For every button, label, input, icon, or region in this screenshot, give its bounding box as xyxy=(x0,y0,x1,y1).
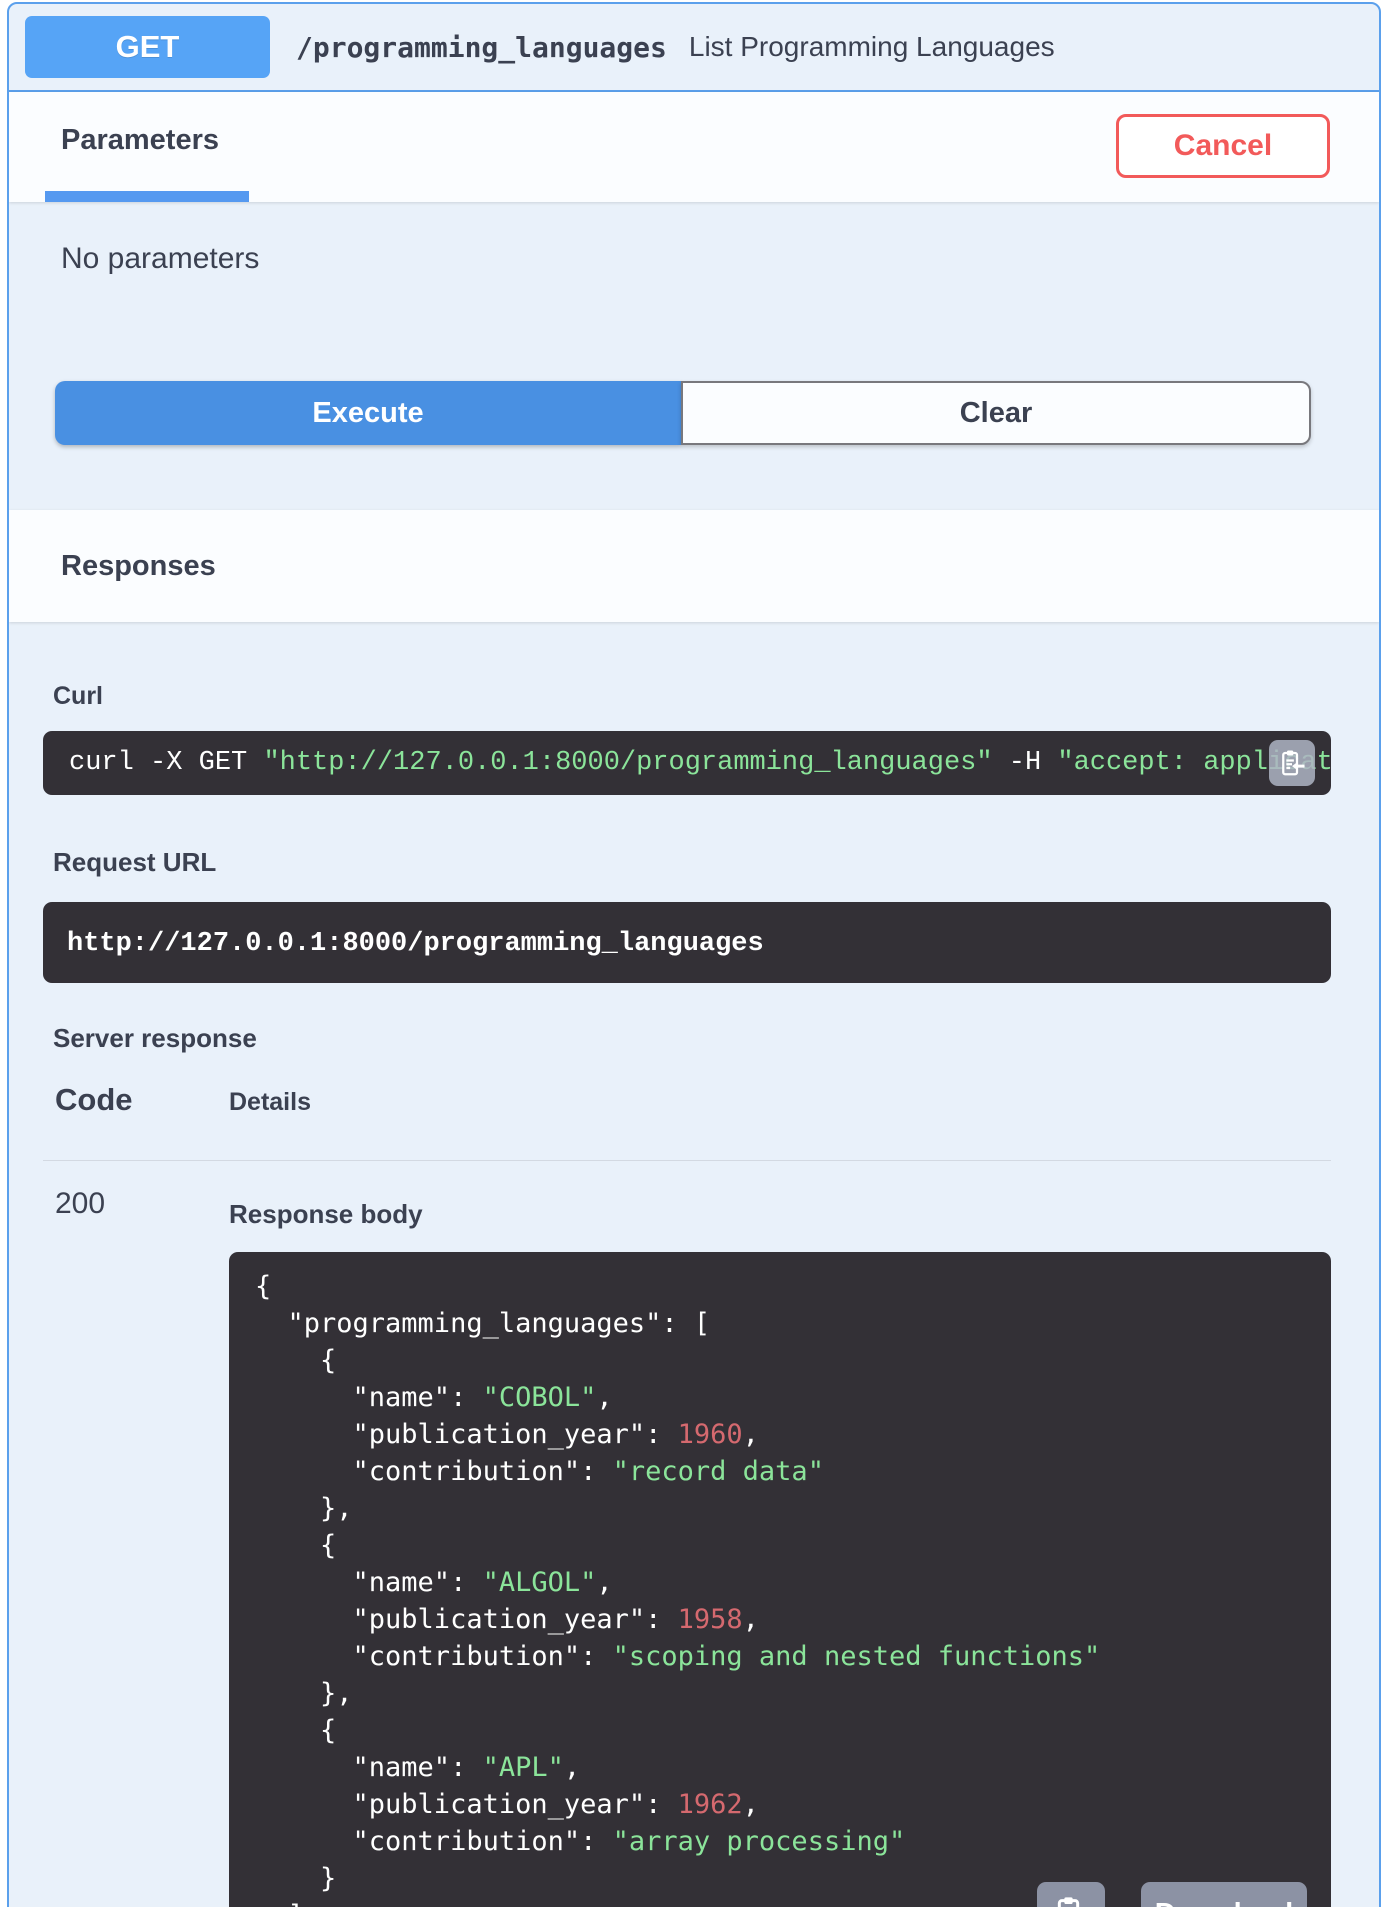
execute-button-group: Execute Clear xyxy=(55,381,1311,445)
response-json-line: "name": "COBOL", xyxy=(255,1382,613,1413)
curl-command-block: curl -X GET "http://127.0.0.1:8000/progr… xyxy=(43,731,1331,795)
response-json-line: "name": "APL", xyxy=(255,1752,581,1783)
response-json-line: { xyxy=(255,1345,337,1376)
parameters-body: No parameters Execute Clear xyxy=(9,202,1379,510)
copy-response-button[interactable] xyxy=(1037,1882,1105,1907)
clipboard-copy-icon xyxy=(1057,1897,1080,1907)
response-json-line: }, xyxy=(255,1678,353,1709)
operation-block: GET /programming_languages List Programm… xyxy=(7,2,1381,1907)
operation-path: /programming_languages xyxy=(296,30,667,64)
cancel-button[interactable]: Cancel xyxy=(1116,114,1330,178)
response-json-line: { xyxy=(255,1715,337,1746)
operation-summary[interactable]: GET /programming_languages List Programm… xyxy=(9,4,1379,92)
server-response-title: Server response xyxy=(53,1023,257,1053)
status-code: 200 xyxy=(55,1187,106,1220)
http-method-badge: GET xyxy=(25,16,270,78)
response-json-line: "name": "ALGOL", xyxy=(255,1567,613,1598)
response-json-line: "contribution": "scoping and nested func… xyxy=(255,1641,1101,1672)
responses-section-header: Responses xyxy=(9,510,1379,622)
response-json-line: "contribution": "record data" xyxy=(255,1456,824,1487)
response-json-line: "contribution": "array processing" xyxy=(255,1826,906,1857)
request-url-label: Request URL xyxy=(53,847,217,877)
operation-summary-text: List Programming Languages xyxy=(688,31,1055,62)
response-json-line: "programming_languages": [ xyxy=(255,1308,711,1339)
code-column-header: Code xyxy=(55,1082,133,1117)
response-json-text: { "programming_languages": [ { "name": "… xyxy=(255,1268,1331,1907)
response-json-line: "publication_year": 1960, xyxy=(255,1419,759,1450)
response-json-line: { xyxy=(255,1530,337,1561)
copy-to-clipboard-button[interactable] xyxy=(1269,740,1315,786)
response-body-block: { "programming_languages": [ { "name": "… xyxy=(229,1252,1331,1907)
request-url-block: http://127.0.0.1:8000/programming_langua… xyxy=(43,902,1331,983)
responses-title: Responses xyxy=(61,550,216,582)
clipboard-copy-icon xyxy=(1282,750,1305,776)
response-row-200: 200 Response body { "programming_languag… xyxy=(43,1161,1331,1907)
responses-body: Curl curl -X GET "http://127.0.0.1:8000/… xyxy=(9,622,1379,1907)
details-column-header: Details xyxy=(229,1088,311,1116)
response-actions: Download xyxy=(1037,1882,1307,1907)
curl-command-text: curl -X GET "http://127.0.0.1:8000/progr… xyxy=(69,748,1331,778)
curl-label: Curl xyxy=(53,682,103,710)
response-json-line: "publication_year": 1962, xyxy=(255,1789,759,1820)
response-json-line: }, xyxy=(255,1493,353,1524)
request-url-text: http://127.0.0.1:8000/programming_langua… xyxy=(67,929,764,959)
server-response-table: Code Details 200 Response body { "progra… xyxy=(43,1054,1331,1907)
response-table-header: Code Details xyxy=(43,1054,1331,1161)
tab-parameters[interactable]: Parameters xyxy=(61,124,219,157)
response-json-line: "publication_year": 1958, xyxy=(255,1604,759,1635)
clear-button[interactable]: Clear xyxy=(681,381,1311,445)
execute-button[interactable]: Execute xyxy=(55,381,681,445)
parameters-section-header: Parameters Cancel xyxy=(9,92,1379,202)
download-button[interactable]: Download xyxy=(1141,1882,1307,1907)
active-tab-indicator xyxy=(45,191,249,202)
response-json-line: { xyxy=(255,1271,272,1302)
no-parameters-message: No parameters xyxy=(61,242,260,275)
response-body-label: Response body xyxy=(229,1199,423,1229)
